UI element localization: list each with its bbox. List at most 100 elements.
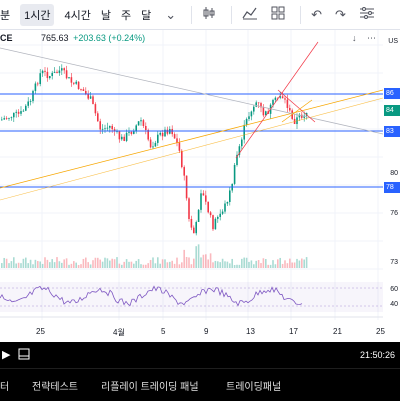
- candle-body: [253, 106, 255, 112]
- candle-body: [221, 211, 224, 214]
- top-toolbar: 분 1시간 4시간 날 주 달 ⌄ ↶ ↷: [0, 0, 400, 30]
- candle-body: [137, 121, 140, 126]
- rsi-tick-60: 60: [390, 286, 398, 293]
- candle-body: [1, 119, 3, 121]
- indicators-icon[interactable]: [242, 6, 258, 23]
- interval-week[interactable]: 주: [121, 7, 131, 23]
- more-icon[interactable]: ⋯: [367, 33, 376, 43]
- volume-bar: [229, 263, 231, 268]
- candle-body: [173, 134, 176, 139]
- candle-body: [166, 129, 169, 134]
- candle-body: [80, 89, 82, 90]
- date-tick: 17: [289, 327, 298, 336]
- chart-corner-controls: ↓ ⋯: [352, 33, 376, 44]
- volume-bar: [106, 258, 109, 268]
- volume-bar: [245, 257, 248, 268]
- bottom-tabs: 터 전략테스트 리플레이 트레이딩 패널 트레이딩패널: [0, 368, 400, 401]
- interval-minute[interactable]: 분: [0, 7, 10, 23]
- candle-body: [65, 70, 68, 79]
- volume-bar: [51, 259, 53, 268]
- price-change: +203.63 (+0.24%): [73, 33, 146, 43]
- volume-bar: [169, 261, 171, 268]
- candlesticks: [1, 64, 308, 236]
- volume-bar: [272, 260, 274, 268]
- interval-1h[interactable]: 1시간: [20, 3, 55, 26]
- undo-icon[interactable]: ↶: [311, 7, 322, 23]
- tab-replay-trading[interactable]: 리플레이 트레이딩 패널: [101, 378, 199, 393]
- candle-body: [193, 227, 195, 234]
- candle-body: [22, 110, 25, 112]
- date-tick: 25: [36, 327, 45, 336]
- candle-body: [10, 117, 13, 119]
- candle-body: [142, 120, 145, 126]
- volume-bar: [53, 262, 56, 268]
- tab-trading-panel[interactable]: 트레이딩패널: [226, 378, 281, 393]
- candle-body: [257, 102, 260, 104]
- volume-bar: [46, 259, 49, 268]
- volume-bar: [13, 257, 15, 268]
- candle-body: [190, 219, 193, 228]
- candle-body: [274, 97, 277, 100]
- volume-bar: [101, 261, 104, 268]
- tab-strategy-tester[interactable]: 전략테스트: [32, 378, 78, 393]
- trend-lines[interactable]: [0, 41, 383, 201]
- volume-bars: [1, 244, 308, 268]
- toolbar-divider: [191, 5, 193, 24]
- candle-body: [289, 107, 291, 111]
- volume-bar: [209, 253, 212, 268]
- settings-icon[interactable]: [359, 6, 375, 23]
- volume-bar: [104, 257, 106, 268]
- price-chart[interactable]: [0, 30, 383, 320]
- volume-bar: [147, 263, 149, 268]
- play-icon[interactable]: ▶: [2, 348, 10, 361]
- candle-body: [77, 81, 80, 90]
- volume-bar: [152, 257, 154, 268]
- interval-day[interactable]: 날: [101, 7, 111, 23]
- interval-4h[interactable]: 4시간: [64, 7, 90, 23]
- volume-bar: [5, 258, 8, 268]
- candle-body: [272, 99, 274, 105]
- symbol-name[interactable]: CE: [0, 33, 13, 43]
- candle-body: [209, 212, 212, 216]
- volume-bar: [49, 262, 51, 268]
- chevron-down-icon[interactable]: ⌄: [165, 7, 176, 23]
- arrow-down-icon[interactable]: ↓: [352, 33, 357, 43]
- fullscreen-icon[interactable]: [18, 348, 30, 362]
- volume-bar: [44, 257, 46, 268]
- volume-bar: [164, 259, 166, 268]
- volume-bar: [82, 258, 85, 268]
- candlestick-icon[interactable]: [202, 6, 216, 23]
- layout-icon[interactable]: [271, 6, 285, 23]
- volume-bar: [157, 257, 159, 268]
- volume-bar: [77, 264, 80, 268]
- candle-body: [73, 82, 75, 84]
- interval-month[interactable]: 달: [141, 7, 151, 23]
- candle-body: [49, 76, 51, 79]
- volume-bar: [226, 261, 229, 268]
- volume-bar: [236, 264, 238, 268]
- volume-bar: [109, 260, 111, 268]
- redo-icon[interactable]: ↷: [335, 7, 346, 23]
- price-label-86: 86: [384, 88, 400, 99]
- date-tick: 4월: [113, 328, 125, 337]
- volume-bar: [279, 257, 281, 268]
- volume-bar: [125, 259, 128, 268]
- date-axis[interactable]: 25 4월 5 9 13 17 21 25: [0, 324, 400, 340]
- price-scale[interactable]: US 86 84 83 80 78 76 73 60 40: [383, 30, 400, 320]
- candle-body: [70, 77, 73, 83]
- candle-body: [123, 136, 125, 141]
- bottom-bar: ▶ 21:50:26: [0, 342, 400, 368]
- candle-body: [3, 118, 5, 120]
- candle-body: [13, 112, 15, 118]
- candle-body: [197, 209, 200, 222]
- rsi-tick-40: 40: [390, 301, 398, 308]
- volume-bar: [207, 259, 209, 268]
- volume-bar: [257, 260, 260, 268]
- volume-bar: [85, 257, 87, 268]
- price-label-78: 78: [384, 182, 400, 193]
- volume-bar: [65, 258, 68, 268]
- volume-bar: [291, 262, 293, 268]
- candle-body: [97, 113, 99, 122]
- tab-partial[interactable]: 터: [0, 378, 9, 393]
- trendline-red: [277, 89, 316, 123]
